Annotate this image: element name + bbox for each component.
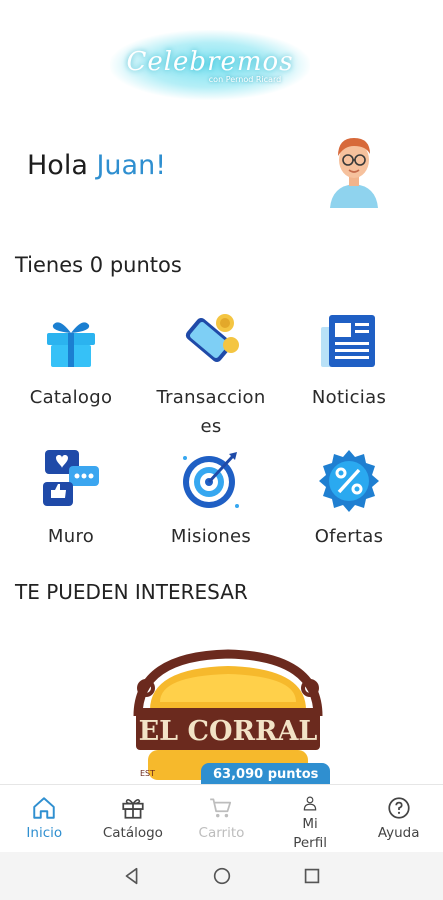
tab-catalogo[interactable]: Catálogo [89, 785, 178, 853]
banner-est: EST [140, 769, 155, 778]
percent-badge-icon [317, 448, 381, 512]
gift-icon [122, 799, 144, 819]
help-icon [388, 797, 410, 819]
tab-label: Inicio [26, 825, 63, 841]
banner-brand: EL CORRAL [139, 716, 318, 747]
tab-label: Carrito [198, 825, 245, 841]
phone-coins-icon [179, 309, 243, 373]
tab-label: Catálogo [102, 825, 163, 841]
menu-transacciones[interactable]: Transacciones [146, 309, 276, 441]
menu-catalogo[interactable]: Catalogo [6, 309, 136, 412]
home-circle-icon[interactable] [211, 865, 233, 887]
points-summary: Tienes 0 puntos [15, 253, 182, 277]
gift-icon [39, 309, 103, 373]
tab-carrito[interactable]: Carrito [177, 785, 266, 853]
logo-subtitle: con Pernod Ricard [208, 74, 282, 84]
points-badge: 63,090 puntos [201, 763, 331, 786]
menu-label: Noticias [311, 387, 387, 408]
recommendations-title: TE PUEDEN INTERESAR [15, 580, 248, 604]
bottom-tab-bar: Inicio Catálogo Carrito Mi Perfil Ayuda [0, 784, 443, 853]
avatar[interactable] [324, 128, 384, 208]
recents-icon[interactable] [301, 865, 323, 887]
tab-ayuda[interactable]: Ayuda [354, 785, 443, 853]
cart-icon [210, 798, 232, 818]
user-icon [303, 796, 317, 811]
tab-inicio[interactable]: Inicio [0, 785, 89, 853]
system-nav-bar [0, 852, 443, 900]
menu-label: Transacciones [156, 387, 266, 437]
tab-label: Mi Perfil [293, 816, 327, 851]
menu-label: Catalogo [29, 387, 113, 408]
greeting: Hola Juan! [27, 150, 166, 181]
menu-muro[interactable]: Muro [6, 448, 136, 551]
user-name: Juan! [96, 150, 167, 181]
menu-label: Muro [47, 526, 95, 547]
menu-ofertas[interactable]: Ofertas [284, 448, 414, 551]
newspaper-icon [317, 309, 381, 373]
back-icon[interactable] [121, 865, 143, 887]
logo-title: Celebremos [126, 46, 294, 77]
home-icon [33, 797, 56, 819]
recommendation-card[interactable]: EL CORRAL EST [120, 626, 335, 784]
menu-noticias[interactable]: Noticias [284, 309, 414, 412]
greeting-text: Hola [27, 150, 88, 181]
menu-label: Ofertas [314, 526, 384, 547]
brand-logo: Celebremos con Pernod Ricard [110, 30, 310, 100]
menu-misiones[interactable]: Misiones [146, 448, 276, 551]
el-corral-logo: EL CORRAL EST [133, 649, 323, 780]
tab-mi-perfil[interactable]: Mi Perfil [266, 785, 355, 853]
chat-bubbles-icon [39, 448, 103, 512]
menu-label: Misiones [170, 526, 252, 547]
target-icon [179, 448, 243, 512]
tab-label: Ayuda [377, 825, 420, 841]
